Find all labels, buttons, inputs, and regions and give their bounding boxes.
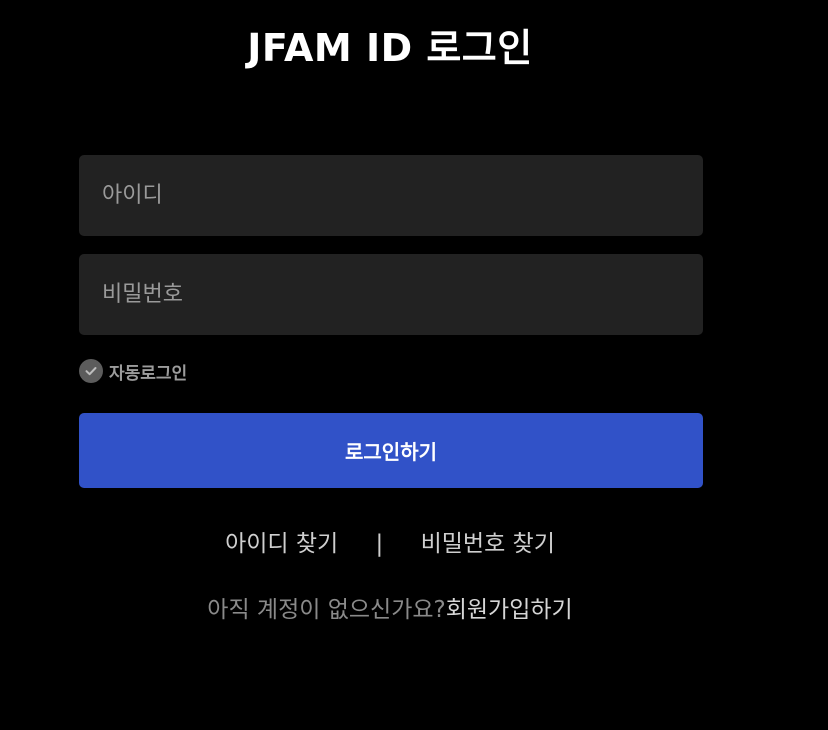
find-account-links: 아이디 찾기 | 비밀번호 찾기: [0, 526, 780, 562]
auto-login-label: 자동로그인: [109, 363, 188, 384]
signup-row: 아직 계정이 없으신가요?회원가입하기: [0, 592, 780, 628]
signup-prompt: 아직 계정이 없으신가요?: [207, 597, 446, 623]
find-password-link[interactable]: 비밀번호 찾기: [421, 531, 555, 557]
login-button[interactable]: 로그인하기: [79, 413, 703, 488]
login-page: JFAM ID 로그인 자동로그인 로그인하기 아이디 찾기 | 비밀번호 찾기…: [0, 0, 828, 730]
find-id-link[interactable]: 아이디 찾기: [225, 531, 338, 557]
signup-link[interactable]: 회원가입하기: [446, 597, 573, 623]
id-input[interactable]: [79, 155, 703, 236]
link-separator: |: [375, 531, 384, 557]
page-title: JFAM ID 로그인: [247, 26, 533, 70]
auto-login-checkbox[interactable]: 자동로그인: [79, 359, 188, 384]
check-circle-icon[interactable]: [79, 359, 103, 383]
password-input[interactable]: [79, 254, 703, 335]
